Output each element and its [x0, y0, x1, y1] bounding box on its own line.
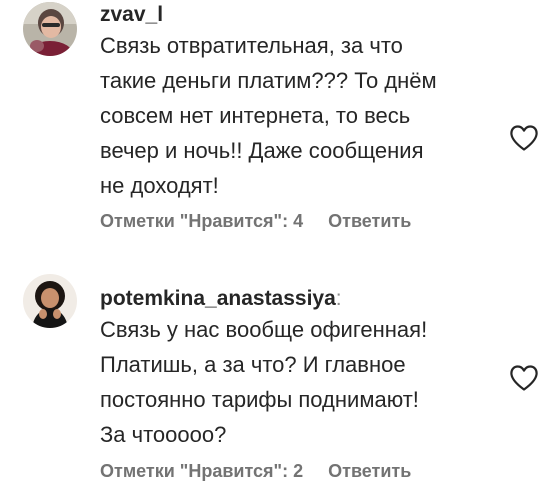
username[interactable]: potemkina_anastassiya: — [100, 286, 342, 312]
heart-outline-icon — [510, 365, 538, 391]
comment-text: Связь у нас вообще офигенная! Платишь, а… — [100, 312, 495, 452]
avatar[interactable] — [23, 2, 77, 56]
avatar-photo-icon — [23, 274, 77, 328]
comment-meta: Отметки "Нравится": 4 Ответить — [100, 210, 411, 232]
username[interactable]: zvav_l — [100, 2, 163, 28]
comment-text-line: Платишь, а за что? И главное — [100, 352, 406, 377]
comment-text-line: постоянно тарифы поднимают! — [100, 387, 419, 412]
reply-button[interactable]: Ответить — [328, 461, 411, 481]
username-suffix: : — [335, 287, 342, 310]
username-text[interactable]: zvav_l — [100, 3, 163, 26]
comment-text-line: Связь у нас вообще офигенная! — [100, 317, 428, 342]
comment-text-line: такие деньги платим??? То днём — [100, 68, 437, 93]
heart-outline-icon — [510, 125, 538, 151]
like-button[interactable] — [509, 124, 539, 152]
comment-meta: Отметки "Нравится": 2 Ответить — [100, 460, 411, 482]
likes-count-link[interactable]: Отметки "Нравится": 2 — [100, 461, 303, 481]
comment-text-line: Связь отвратительная, за что — [100, 33, 403, 58]
username-text[interactable]: potemkina_anastassiya — [100, 287, 336, 310]
comment-text-line: За чтооооо? — [100, 422, 227, 447]
comment-text: Связь отвратительная, за что такие деньг… — [100, 28, 495, 203]
comment-text-line: совсем нет интернета, то весь — [100, 103, 411, 128]
likes-count-link[interactable]: Отметки "Нравится": 4 — [100, 211, 303, 231]
like-button[interactable] — [509, 364, 539, 392]
comment-text-line: не доходят! — [100, 173, 219, 198]
avatar-photo-icon — [23, 2, 77, 56]
reply-button[interactable]: Ответить — [328, 211, 411, 231]
avatar[interactable] — [23, 274, 77, 328]
comment-text-line: вечер и ночь!! Даже сообщения — [100, 138, 424, 163]
